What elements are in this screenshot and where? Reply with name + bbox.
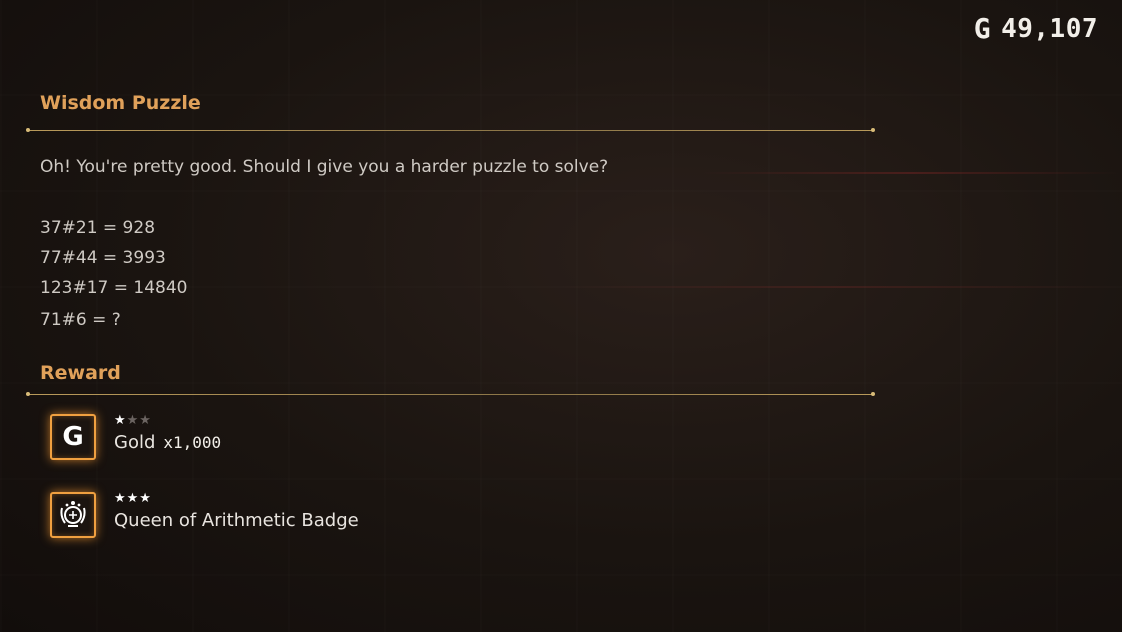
gold-currency-icon: G — [973, 12, 992, 45]
reward-info: ★★★ Queen of Arithmetic Badge — [114, 492, 359, 532]
puzzle-equation: 37#21 = 928 — [40, 218, 156, 238]
laurel-badge-icon — [60, 501, 86, 527]
reward-info: ★★★ Gold x1,000 — [114, 414, 221, 454]
reward-name: Queen of Arithmetic Badge — [114, 510, 359, 531]
reward-divider — [26, 392, 875, 396]
star-icon: ★★★ — [114, 491, 152, 506]
reward-name: Gold — [114, 432, 156, 453]
puzzle-question: 71#6 = ? — [40, 310, 121, 330]
rarity-stars: ★★★ — [114, 414, 221, 428]
reward-quantity: x1,000 — [163, 433, 222, 452]
reward-name-line: Queen of Arithmetic Badge — [114, 510, 359, 531]
reward-name-line: Gold x1,000 — [114, 432, 221, 453]
reward-item-badge[interactable]: ★★★ Queen of Arithmetic Badge — [50, 492, 359, 538]
title-divider — [26, 128, 875, 132]
badge-icon[interactable] — [50, 492, 96, 538]
puzzle-equation: 77#44 = 3993 — [40, 248, 166, 268]
gold-coin-icon[interactable]: G — [50, 414, 96, 460]
background-streak — [700, 172, 1120, 174]
star-icon: ★ — [114, 413, 127, 428]
gold-coin-glyph: G — [62, 422, 84, 452]
reward-item-gold[interactable]: G ★★★ Gold x1,000 — [50, 414, 221, 460]
puzzle-equation: 123#17 = 14840 — [40, 278, 188, 298]
gold-currency-display: G 49,107 — [974, 12, 1098, 45]
rarity-stars: ★★★ — [114, 492, 359, 506]
star-empty-icon: ★★ — [126, 413, 152, 428]
background-streak — [560, 286, 1120, 288]
reward-title: Reward — [40, 362, 121, 384]
gold-amount: 49,107 — [1001, 13, 1098, 44]
puzzle-title: Wisdom Puzzle — [40, 92, 201, 114]
puzzle-description: Oh! You're pretty good. Should I give yo… — [40, 157, 609, 177]
